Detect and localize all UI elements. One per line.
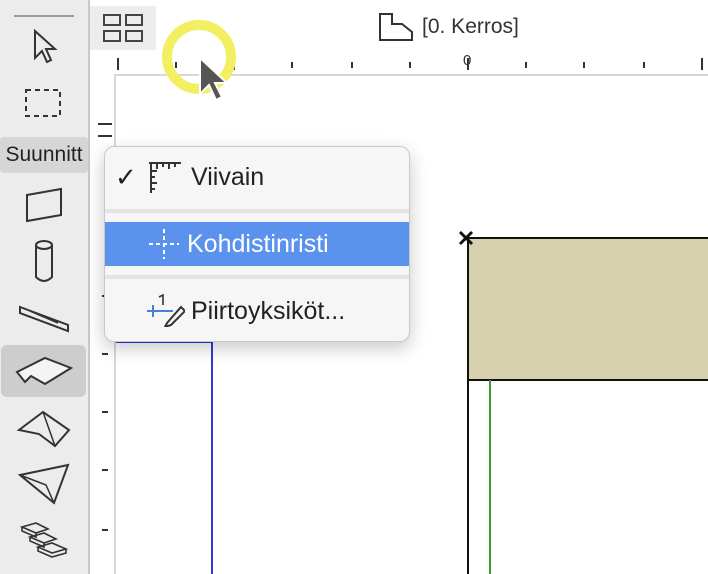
ruler-context-menu: ✓ Viivain Kohdistinristi Piirtoyksiköt..…	[104, 146, 410, 342]
menu-item-drawing-units[interactable]: Piirtoyksiköt...	[105, 289, 409, 333]
checkmark-icon: ✓	[115, 161, 137, 192]
menu-separator	[105, 209, 409, 213]
slab-element	[467, 237, 708, 381]
crosshair-icon	[149, 229, 179, 259]
menu-item-label: Viivain	[191, 162, 265, 191]
menu-item-label: Kohdistinristi	[187, 229, 329, 258]
drawing-units-icon	[147, 293, 185, 327]
menu-item-ruler[interactable]: ✓ Viivain	[105, 155, 409, 199]
mouse-pointer-icon	[199, 55, 230, 102]
menu-item-label: Piirtoyksiköt...	[191, 296, 346, 325]
menu-separator	[105, 275, 409, 279]
menu-item-crosshair[interactable]: Kohdistinristi	[105, 222, 409, 266]
ruler-icon	[149, 162, 181, 193]
blue-wall-outline	[116, 341, 213, 574]
